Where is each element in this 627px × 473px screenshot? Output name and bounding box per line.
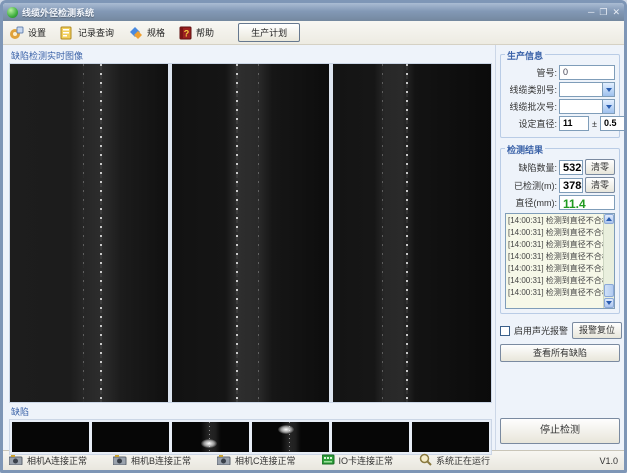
tube-number-label: 管号: [505, 66, 557, 79]
live-image-box [9, 63, 492, 403]
production-info-title: 生产信息 [505, 49, 545, 62]
toolbar: 设置 记录查询 规格 ? 帮助 生产计划 [3, 21, 624, 45]
minimize-icon[interactable]: ─ [588, 7, 594, 17]
image-area: 缺陷检测实时图像 缺陷 [3, 45, 496, 450]
magnifier-icon [419, 453, 432, 468]
spec-button[interactable]: 规格 [128, 26, 165, 40]
log-entry: [14:00:31] 检测到直径不合格 [508, 251, 602, 263]
spec-icon [128, 26, 143, 40]
defect-thumbnail-2[interactable] [92, 422, 169, 452]
camera-a-view [10, 64, 168, 402]
defect-thumbnail-4[interactable] [252, 422, 329, 452]
stop-detection-button[interactable]: 停止检测 [500, 418, 620, 444]
scrollbar-thumb[interactable] [604, 284, 614, 297]
status-system-running: 系统正在运行 [419, 453, 516, 468]
measured-length-label: 已检测(m): [505, 179, 557, 192]
alarm-reset-button[interactable]: 报警复位 [572, 322, 622, 339]
camera-b-view [172, 64, 330, 402]
live-image-label: 缺陷检测实时图像 [11, 49, 492, 62]
cable-category-select[interactable] [559, 82, 615, 97]
defect-thumbnail-strip [9, 419, 492, 455]
tube-number-input[interactable]: 0 [559, 65, 615, 80]
camera-icon [217, 454, 231, 467]
log-entry: [14:00:31] 检测到直径不合格 [508, 227, 602, 239]
alarm-checkbox[interactable] [500, 326, 510, 336]
measured-length-value: 3783.3 [559, 178, 583, 193]
settings-button[interactable]: 设置 [9, 26, 46, 40]
cable-category-label: 线缆类别号: [505, 83, 557, 96]
view-all-defects-button[interactable]: 查看所有缺陷 [500, 344, 620, 362]
plus-minus-sign: ± [591, 119, 598, 129]
status-io-card: IO卡连接正常 [322, 454, 420, 467]
record-query-button[interactable]: 记录查询 [60, 26, 114, 40]
defect-thumbnail-6[interactable] [412, 422, 489, 452]
log-entry: [14:00:31] 检测到直径不合格 [508, 215, 602, 227]
log-scrollbar[interactable] [603, 214, 614, 308]
set-diameter-label: 设定直径: [505, 117, 557, 130]
scroll-up-icon[interactable] [604, 214, 614, 224]
io-card-icon [322, 454, 335, 467]
settings-icon [9, 26, 24, 40]
defect-strip-label: 缺陷 [11, 405, 492, 418]
detection-results-group: 检测结果 缺陷数量: 53209 清零 已检测(m): 3783.3 清零 直径… [500, 148, 620, 314]
chevron-down-icon[interactable] [602, 82, 615, 97]
svg-text:?: ? [184, 28, 190, 38]
help-button[interactable]: ? 帮助 [179, 26, 214, 40]
alarm-log-list[interactable]: [14:00:31] 检测到直径不合格 [14:00:31] 检测到直径不合格 … [505, 213, 615, 309]
tolerance-input[interactable]: 0.5 [600, 116, 626, 131]
log-entry: [14:00:31] 检测到直径不合格 [508, 239, 602, 251]
app-icon [7, 7, 18, 18]
side-panel: 生产信息 管号: 0 线缆类别号: 线缆批次号: [496, 45, 624, 450]
status-camera-c: 相机C连接正常 [217, 454, 322, 467]
detection-results-title: 检测结果 [505, 143, 545, 156]
log-entry: [14:00:31] 检测到直径不合格 [508, 263, 602, 275]
set-diameter-input[interactable]: 11 [559, 116, 589, 131]
log-entry: [14:00:31] 检测到直径不合格 [508, 275, 602, 287]
restore-icon[interactable]: ❐ [599, 7, 607, 17]
record-query-icon [60, 26, 74, 40]
camera-icon [113, 454, 127, 467]
cable-batch-label: 线缆批次号: [505, 100, 557, 113]
help-icon: ? [179, 26, 192, 40]
defect-thumbnail-5[interactable] [332, 422, 409, 452]
close-icon[interactable]: ✕ [612, 7, 620, 17]
status-camera-a: 相机A连接正常 [9, 454, 113, 467]
alarm-checkbox-label: 启用声光报警 [514, 324, 568, 337]
clear-defect-count-button[interactable]: 清零 [585, 159, 615, 175]
defect-thumbnail-3[interactable] [172, 422, 249, 452]
cable-batch-select[interactable] [559, 99, 615, 114]
clear-measured-length-button[interactable]: 清零 [585, 177, 615, 193]
camera-icon [9, 454, 23, 467]
window-title: 线缆外径检测系统 [22, 6, 584, 19]
chevron-down-icon[interactable] [602, 99, 615, 114]
log-entry: [14:00:31] 检测到直径不合格 [508, 287, 602, 299]
production-info-group: 生产信息 管号: 0 线缆类别号: 线缆批次号: [500, 54, 620, 138]
defect-count-label: 缺陷数量: [505, 161, 557, 174]
defect-thumbnail-1[interactable] [12, 422, 89, 452]
scroll-down-icon[interactable] [604, 298, 614, 308]
status-camera-b: 相机B连接正常 [113, 454, 217, 467]
camera-c-view [333, 64, 491, 402]
version-label: V1.0 [599, 456, 618, 466]
defect-count-value: 53209 [559, 160, 583, 175]
production-plan-button[interactable]: 生产计划 [238, 23, 300, 42]
diameter-value: 11.4 [559, 195, 615, 210]
diameter-label: 直径(mm): [505, 196, 557, 209]
app-window: 线缆外径检测系统 ─ ❐ ✕ 设置 记录查询 规格 [0, 0, 627, 473]
titlebar: 线缆外径检测系统 ─ ❐ ✕ [3, 3, 624, 21]
